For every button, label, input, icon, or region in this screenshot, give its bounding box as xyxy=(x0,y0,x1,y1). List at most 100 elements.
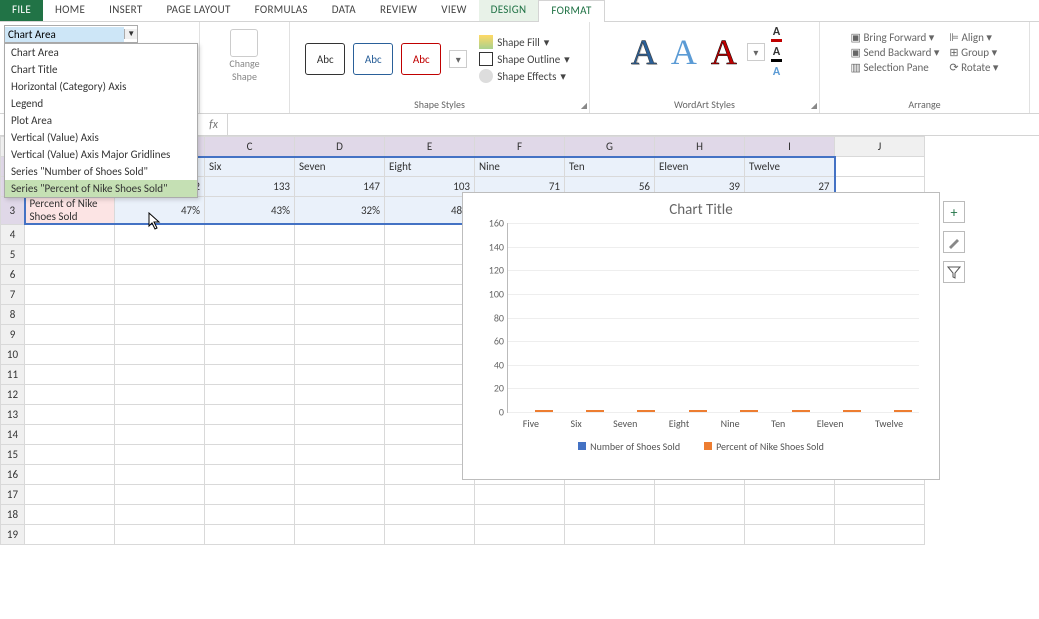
row-header[interactable]: 9 xyxy=(1,324,25,344)
cell[interactable]: Eleven xyxy=(655,157,745,177)
legend-item-1[interactable]: Number of Shoes Sold xyxy=(578,440,680,453)
chart-element-option[interactable]: Series "Number of Shoes Sold" xyxy=(5,163,197,180)
cell[interactable] xyxy=(115,484,205,504)
cell[interactable] xyxy=(115,244,205,264)
row-header[interactable]: 16 xyxy=(1,464,25,484)
row-header[interactable]: 15 xyxy=(1,444,25,464)
cell[interactable] xyxy=(385,424,475,444)
cell[interactable] xyxy=(115,284,205,304)
cell[interactable] xyxy=(115,424,205,444)
tab-view[interactable]: VIEW xyxy=(429,0,478,21)
chart-element-option[interactable]: Horizontal (Category) Axis xyxy=(5,78,197,95)
column-header[interactable]: H xyxy=(655,137,745,157)
row-header[interactable]: 12 xyxy=(1,384,25,404)
bar-series-2[interactable] xyxy=(792,410,810,412)
cell[interactable] xyxy=(115,304,205,324)
change-shape-icon[interactable] xyxy=(230,29,258,57)
shape-styles-launcher-icon[interactable]: ◢ xyxy=(581,101,587,111)
cell[interactable] xyxy=(745,484,835,504)
cell[interactable] xyxy=(205,524,295,544)
cell[interactable] xyxy=(385,384,475,404)
bar-series-2[interactable] xyxy=(535,410,553,412)
text-effects-icon[interactable]: A xyxy=(771,65,782,79)
text-outline-icon[interactable]: A xyxy=(771,45,782,62)
cell[interactable] xyxy=(295,364,385,384)
cell[interactable] xyxy=(295,404,385,424)
cell[interactable] xyxy=(295,244,385,264)
cell[interactable] xyxy=(115,364,205,384)
cell[interactable] xyxy=(655,484,745,504)
cell[interactable]: 48% xyxy=(385,197,475,225)
tab-review[interactable]: REVIEW xyxy=(368,0,429,21)
column-header[interactable]: I xyxy=(745,137,835,157)
tab-design[interactable]: DESIGN xyxy=(479,0,539,21)
tab-data[interactable]: DATA xyxy=(320,0,368,21)
send-backward-button[interactable]: ▣ Send Backward ▾ xyxy=(851,46,940,59)
cell[interactable] xyxy=(295,464,385,484)
cell[interactable] xyxy=(385,524,475,544)
cell[interactable] xyxy=(115,344,205,364)
tab-insert[interactable]: INSERT xyxy=(97,0,154,21)
row-header[interactable]: 13 xyxy=(1,404,25,424)
bring-forward-button[interactable]: ▣ Bring Forward ▾ xyxy=(851,31,940,44)
bar-group[interactable] xyxy=(668,410,708,412)
shape-effects-button[interactable]: Shape Effects ▾ xyxy=(479,69,569,83)
column-header[interactable]: F xyxy=(475,137,565,157)
cell[interactable] xyxy=(205,264,295,284)
cell[interactable] xyxy=(115,504,205,524)
group-button[interactable]: ⊞ Group ▾ xyxy=(949,46,998,59)
row-header[interactable]: 14 xyxy=(1,424,25,444)
bar-series-2[interactable] xyxy=(689,410,707,412)
wordart-style-2[interactable]: A xyxy=(671,31,697,73)
row-header[interactable]: 3 xyxy=(1,197,25,225)
selection-pane-button[interactable]: ▥ Selection Pane xyxy=(851,61,940,74)
cell[interactable] xyxy=(385,264,475,284)
cell[interactable] xyxy=(205,424,295,444)
shape-outline-button[interactable]: Shape Outline ▾ xyxy=(479,52,569,66)
cell[interactable] xyxy=(205,224,295,244)
cell[interactable]: 32% xyxy=(295,197,385,225)
cell[interactable] xyxy=(835,524,925,544)
bar-group[interactable] xyxy=(616,410,656,412)
bar-series-2[interactable] xyxy=(843,410,861,412)
cell[interactable] xyxy=(295,344,385,364)
cell[interactable] xyxy=(115,444,205,464)
cell[interactable] xyxy=(115,264,205,284)
cell[interactable] xyxy=(385,504,475,524)
cell[interactable]: 103 xyxy=(385,177,475,197)
cell[interactable] xyxy=(385,484,475,504)
row-header[interactable]: 4 xyxy=(1,224,25,244)
cell[interactable] xyxy=(655,524,745,544)
cell[interactable] xyxy=(205,364,295,384)
cell[interactable] xyxy=(115,464,205,484)
bar-group[interactable] xyxy=(514,410,554,412)
cell[interactable] xyxy=(205,404,295,424)
cell[interactable] xyxy=(295,444,385,464)
row-header[interactable]: 18 xyxy=(1,504,25,524)
cell[interactable] xyxy=(295,324,385,344)
cell[interactable] xyxy=(385,344,475,364)
legend[interactable]: Number of Shoes Sold Percent of Nike Sho… xyxy=(463,440,939,453)
cell[interactable]: Six xyxy=(205,157,295,177)
tab-formulas[interactable]: FORMULAS xyxy=(243,0,320,21)
cell[interactable] xyxy=(385,324,475,344)
cell[interactable] xyxy=(295,284,385,304)
shape-style-1[interactable]: Abc xyxy=(305,43,345,75)
cell[interactable]: Seven xyxy=(295,157,385,177)
cell[interactable] xyxy=(295,264,385,284)
bar-series-2[interactable] xyxy=(586,410,604,412)
row-header[interactable]: 8 xyxy=(1,304,25,324)
chart-elements-button[interactable]: + xyxy=(943,201,965,223)
bar-group[interactable] xyxy=(565,410,605,412)
cell[interactable] xyxy=(295,524,385,544)
cell[interactable]: Ten xyxy=(565,157,655,177)
cell[interactable] xyxy=(385,464,475,484)
bar-group[interactable] xyxy=(719,410,759,412)
cell[interactable] xyxy=(385,304,475,324)
plot-area[interactable]: 020406080100120140160 xyxy=(507,223,919,413)
cell[interactable] xyxy=(205,384,295,404)
cell[interactable] xyxy=(115,404,205,424)
chart-element-option[interactable]: Legend xyxy=(5,95,197,112)
bar-group[interactable] xyxy=(873,410,913,412)
cell[interactable] xyxy=(475,524,565,544)
